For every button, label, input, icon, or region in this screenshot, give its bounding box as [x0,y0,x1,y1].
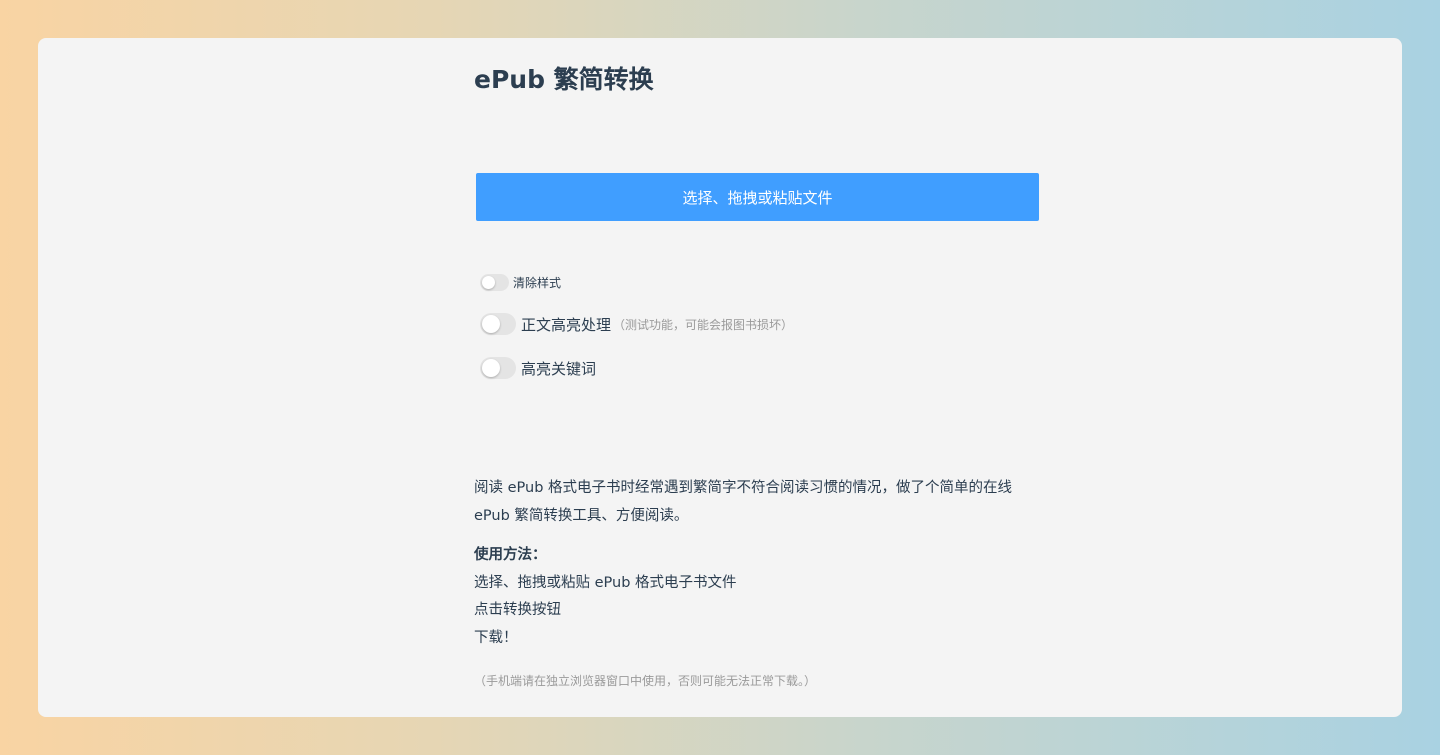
clear-styles-toggle[interactable] [480,274,509,291]
highlight-keywords-toggle[interactable] [480,357,516,379]
page-title: ePub 繁简转换 [474,65,654,94]
intro-line: 阅读 ePub 格式电子书时经常遇到繁简字不符合阅读习惯的情况，做了个简单的在线 [474,480,1013,496]
usage-step: 选择、拖拽或粘贴 ePub 格式电子书文件 [474,574,737,591]
highlight-body-note: （测试功能，可能会报图书损坏） [613,317,794,332]
toggle-knob [482,315,500,333]
highlight-body-toggle[interactable] [480,313,516,335]
usage-step: 下载！ [474,629,518,646]
option-highlight-keywords: 高亮关键词 [480,357,596,379]
toggle-knob [482,359,500,377]
mobile-note: （手机端请在独立浏览器窗口中使用，否则可能无法正常下载。） [474,674,817,688]
intro-paragraph: 阅读 ePub 格式电子书时经常遇到繁简字不符合阅读习惯的情况，做了个简单的在线… [474,474,1044,530]
usage-heading: 使用方法： [474,547,547,563]
option-clear-styles: 清除样式 [480,274,561,291]
usage-section: 使用方法： 选择、拖拽或粘贴 ePub 格式电子书文件 点击转换按钮 下载！ [474,542,1044,652]
option-highlight-body: 正文高亮处理 （测试功能，可能会报图书损坏） [480,313,793,335]
upload-file-button[interactable]: 选择、拖拽或粘贴文件 [476,173,1039,221]
main-card: ePub 繁简转换 选择、拖拽或粘贴文件 清除样式 正文高亮处理 （测试功能，可… [38,38,1402,717]
highlight-body-label: 正文高亮处理 [521,315,612,334]
toggle-knob [482,276,495,289]
clear-styles-label: 清除样式 [513,276,562,290]
intro-line: ePub 繁简转换工具、方便阅读。 [474,508,689,524]
usage-step: 点击转换按钮 [474,602,561,618]
highlight-keywords-label: 高亮关键词 [521,359,597,378]
